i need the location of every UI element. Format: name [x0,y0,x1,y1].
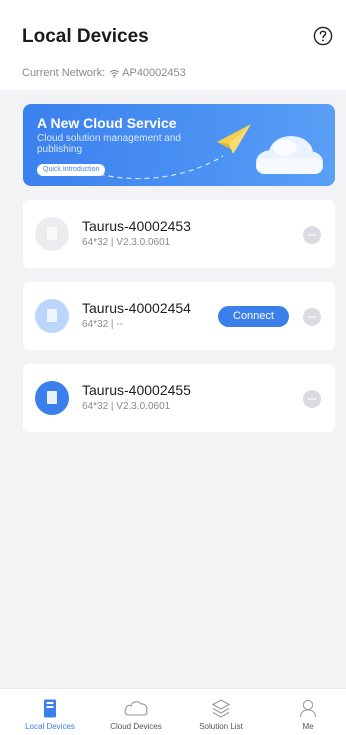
banner-title: A New Cloud Service [37,115,177,131]
cloud-icon [256,136,323,174]
tab-cloud-devices[interactable]: Cloud Devices [100,689,172,735]
device-meta: 64*32 | V2.3.0.0601 [82,401,171,412]
page-title: Local Devices [22,26,149,47]
device-name: Taurus-40002453 [82,218,191,234]
tab-label: Local Devices [25,722,75,731]
more-options-icon[interactable] [303,308,321,326]
network-ssid: AP40002453 [122,67,186,79]
device-card[interactable]: Taurus-40002454 64*32 | -- Connect [23,282,335,350]
device-icon [35,299,69,333]
tab-label: Me [302,722,314,731]
cloud-icon [124,701,148,716]
header: Local Devices Current Network: AP4000245… [0,0,346,90]
more-options-icon[interactable] [303,226,321,244]
current-network: Current Network: AP40002453 [22,67,186,79]
tab-local-devices[interactable]: Local Devices [0,689,100,735]
layers-icon [212,699,230,718]
tab-label: Solution List [199,722,243,731]
device-meta: 64*32 | -- [82,319,123,330]
more-options-icon[interactable] [303,390,321,408]
device-card[interactable]: Taurus-40002455 64*32 | V2.3.0.0601 [23,364,335,432]
quick-introduction-button[interactable]: Quick Introduction [37,164,106,176]
connect-button[interactable]: Connect [218,306,289,327]
paper-plane-icon [217,124,251,154]
tab-me[interactable]: Me [278,689,338,735]
device-name: Taurus-40002455 [82,382,191,398]
banner-subtitle: Cloud solution management and publishing [37,133,181,155]
device-icon [35,217,69,251]
wifi-icon [109,69,120,78]
device-name: Taurus-40002454 [82,300,191,316]
local-device-icon [44,699,56,718]
bottom-tab-bar: Local Devices Cloud Devices Solution Lis… [0,688,346,735]
cloud-service-banner[interactable]: A New Cloud Service Cloud solution manag… [23,104,335,186]
tab-solution-list[interactable]: Solution List [185,689,257,735]
device-card[interactable]: Taurus-40002453 64*32 | V2.3.0.0601 [23,200,335,268]
device-icon [35,381,69,415]
network-label: Current Network: [22,67,106,79]
tab-label: Cloud Devices [110,722,162,731]
device-meta: 64*32 | V2.3.0.0601 [82,237,171,248]
help-icon[interactable] [313,26,333,46]
person-icon [299,699,317,718]
